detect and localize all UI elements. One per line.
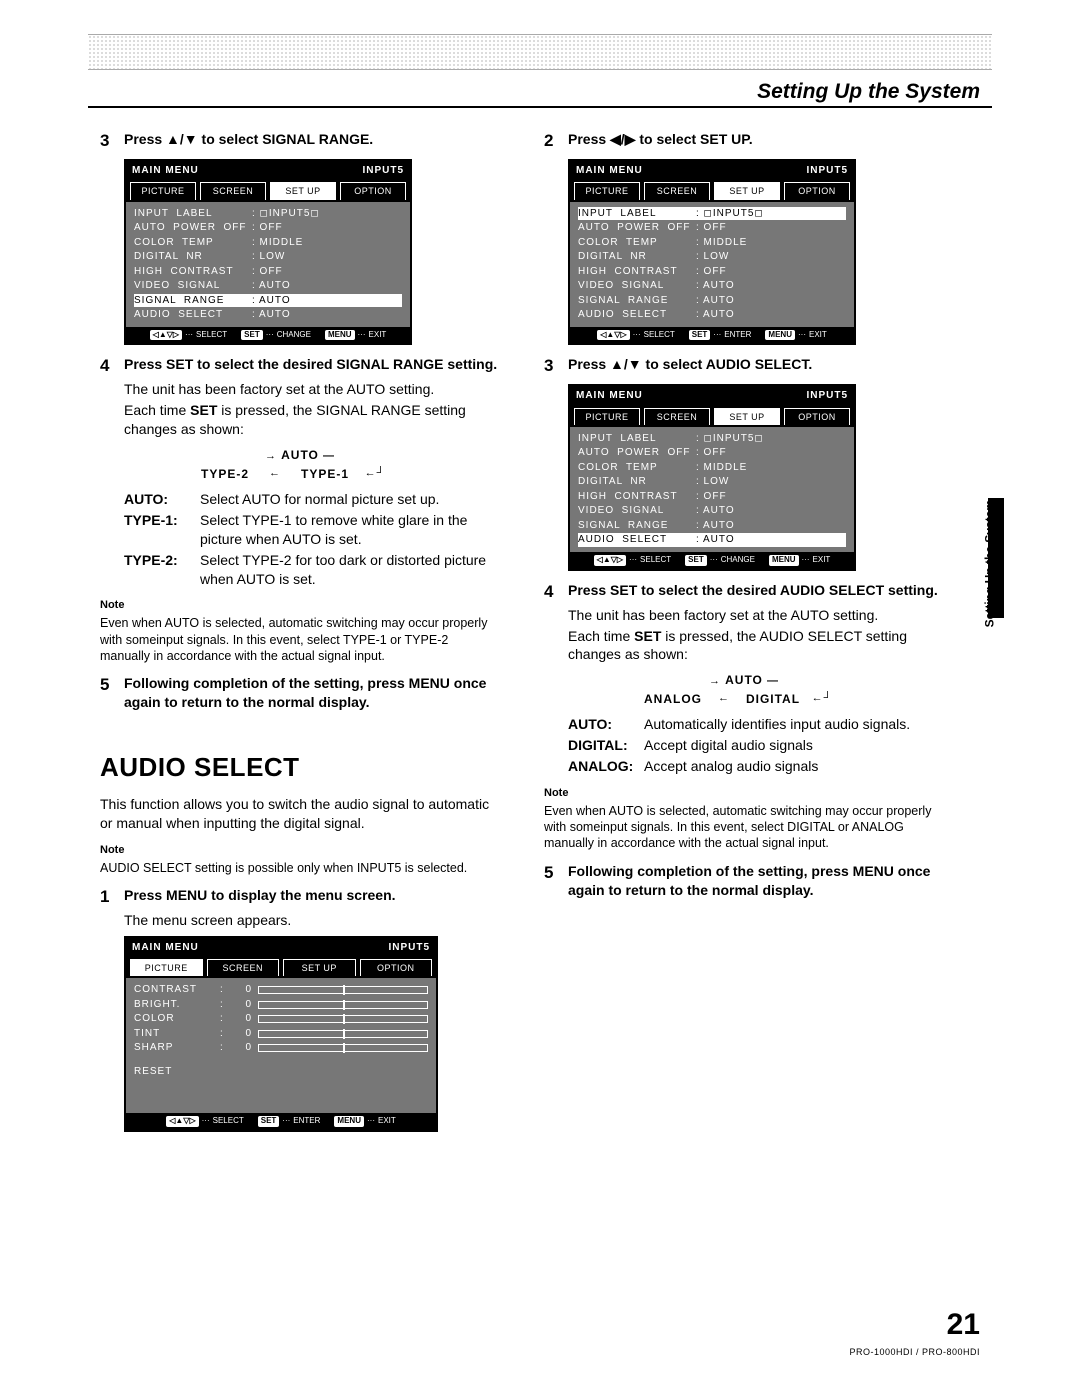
cycle-audio-select: → AUTO — ANALOG←DIGITAL←┘ <box>644 672 844 707</box>
model-footer: PRO-1000HDI / PRO-800HDI <box>849 1347 980 1357</box>
osd-tabs: PICTURE SCREEN SET UP OPTION <box>126 180 410 201</box>
manual-page: Setting Up the System Setting Up the Sys… <box>0 0 1080 1397</box>
cycle-signal-range: → AUTO — TYPE-2←TYPE-1←┘ <box>200 447 400 482</box>
osd-reset: RESET <box>134 1065 172 1079</box>
section-intro: This function allows you to switch the a… <box>100 795 500 833</box>
tab-setup: SET UP <box>270 182 336 199</box>
osd-picture: MAIN MENUINPUT5 PICTURE SCREEN SET UP OP… <box>124 936 438 1132</box>
osd-row-selected: AUDIO SELECT: AUTO <box>578 533 846 547</box>
step-text: Press ▲/▼ to select SIGNAL RANGE. <box>124 130 373 153</box>
header-band <box>88 34 992 70</box>
step-4: 4 Press SET to select the desired SIGNAL… <box>100 355 500 378</box>
note-body: Even when AUTO is selected, automatic sw… <box>100 615 500 664</box>
right-column: 2 Press ◀/▶ to select SET UP. MAIN MENUI… <box>544 120 944 899</box>
osd-title: MAIN MENU <box>132 164 199 178</box>
step-number: 3 <box>100 130 124 153</box>
step-3: 3 Press ▲/▼ to select SIGNAL RANGE. <box>100 130 500 153</box>
definitions-signal-range: AUTO:Select AUTO for normal picture set … <box>124 490 500 588</box>
note-body-2: AUDIO SELECT setting is possible only wh… <box>100 860 500 876</box>
step-5: 5 Following completion of the setting, p… <box>544 862 944 900</box>
tab-option: OPTION <box>360 959 433 976</box>
step-1: 1 Press MENU to display the menu screen. <box>100 886 500 909</box>
osd-signal-range: MAIN MENU INPUT5 PICTURE SCREEN SET UP OP… <box>124 159 412 345</box>
step-1-body: The menu screen appears. <box>124 911 500 930</box>
note-heading: Note <box>100 598 500 613</box>
note-heading-2: Note <box>100 843 500 858</box>
definitions-audio-select: AUTO:Automatically identifies input audi… <box>568 715 944 776</box>
slider-icon <box>258 986 428 994</box>
step-5: 5 Following completion of the setting, p… <box>100 674 500 712</box>
step-2: 2 Press ◀/▶ to select SET UP. <box>544 130 944 153</box>
header-title: Setting Up the System <box>757 80 980 104</box>
osd-audio-select: MAIN MENUINPUT5 PICTURE SCREEN SET UP OP… <box>568 384 856 570</box>
tab-screen: SCREEN <box>200 182 266 199</box>
step-4-body-1: The unit has been factory set at the AUT… <box>124 380 500 399</box>
arrows-icon: ◁▲▽▷ <box>150 330 182 341</box>
tab-setup: SET UP <box>283 959 356 976</box>
osd-row-selected: SIGNAL RANGE: AUTO <box>134 294 402 308</box>
step-3: 3 Press ▲/▼ to select AUDIO SELECT. <box>544 355 944 378</box>
tab-picture: PICTURE <box>130 959 203 976</box>
page-number: 21 <box>947 1308 980 1342</box>
tab-screen: SCREEN <box>207 959 280 976</box>
note-heading: Note <box>544 786 944 801</box>
header-rule <box>88 106 992 108</box>
step-4-body-2: Each time SET is pressed, the SIGNAL RAN… <box>124 401 500 439</box>
tab-option: OPTION <box>340 182 406 199</box>
tab-picture: PICTURE <box>130 182 196 199</box>
osd-row-selected: INPUT LABEL: ◻INPUT5◻ <box>578 207 846 221</box>
step-4: 4 Press SET to select the desired AUDIO … <box>544 581 944 604</box>
note-body: Even when AUTO is selected, automatic sw… <box>544 803 944 852</box>
thumb-tab-label: Setting Up the System <box>982 500 996 627</box>
left-column: 3 Press ▲/▼ to select SIGNAL RANGE. MAIN… <box>100 120 500 1136</box>
osd-setup-tab: MAIN MENUINPUT5 PICTURE SCREEN SET UP OP… <box>568 159 856 345</box>
osd-input: INPUT5 <box>362 164 404 178</box>
section-heading-audio-select: AUDIO SELECT <box>100 750 500 785</box>
